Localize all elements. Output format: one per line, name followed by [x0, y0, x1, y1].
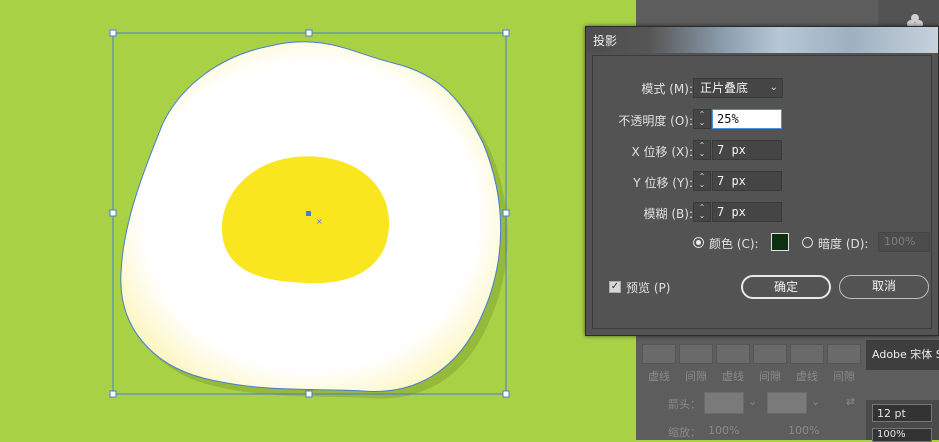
handle-bottom-left	[109, 390, 117, 398]
opacity-field[interactable]: 25%	[712, 109, 782, 129]
dialog-body: 模式 (M): 正片叠底 ⌄ 不透明度 (O): ⌃ ⌄ 25% X 位移 (X)…	[592, 55, 932, 329]
scale-label: 缩放：	[668, 426, 701, 439]
gap-field[interactable]: 间隙	[827, 344, 861, 384]
opacity-spinner-icon[interactable]: ⌃ ⌄	[693, 109, 711, 129]
shadow-color-swatch[interactable]	[771, 233, 789, 251]
gap-field[interactable]: 间隙	[753, 344, 787, 384]
handle-middle-left	[109, 209, 117, 217]
dash-gap-row: 虚线 间隙 虚线 间隙 虚线 间隙	[642, 344, 866, 384]
start-arrowhead-select[interactable]	[704, 392, 744, 414]
x-offset-label: X 位移 (X):	[631, 145, 693, 159]
y-offset-field[interactable]: 7 px	[712, 171, 782, 191]
dialog-title: 投影	[593, 34, 618, 48]
arrowheads-label: 箭头：	[668, 398, 701, 411]
y-offset-spinner-icon[interactable]: ⌃ ⌄	[693, 171, 711, 191]
mode-label: 模式 (M):	[641, 82, 693, 96]
dialog-titlebar[interactable]: 投影	[586, 27, 938, 53]
handle-middle-right	[502, 209, 510, 217]
drop-shadow-dialog: 投影 模式 (M): 正片叠底 ⌄ 不透明度 (O): ⌃ ⌄ 25% X 位移 …	[585, 26, 939, 336]
arrowheads-row: 箭头： ⌄ ⌄ ⇄	[642, 392, 866, 414]
darkness-field[interactable]: 100%	[878, 232, 930, 252]
darkness-option-label: 暗度 (D):	[818, 237, 869, 251]
blur-spinner-icon[interactable]: ⌃ ⌄	[693, 202, 711, 222]
svg-text:×: ×	[316, 217, 323, 226]
chevron-down-icon: ⌄	[811, 395, 821, 408]
color-radio[interactable]	[693, 237, 704, 248]
handle-bottom-middle	[305, 390, 313, 398]
gap-field[interactable]: 间隙	[679, 344, 713, 384]
center-point	[306, 211, 311, 216]
dash-field[interactable]: 虚线	[790, 344, 824, 384]
chevron-down-icon: ⌄	[769, 82, 778, 93]
font-size-field[interactable]: 12 pt	[872, 404, 932, 422]
color-option-label: 颜色 (C):	[709, 237, 759, 251]
x-offset-spinner-icon[interactable]: ⌃ ⌄	[693, 140, 711, 160]
preview-label: 预览 (P)	[626, 281, 671, 295]
handle-top-right	[502, 29, 510, 37]
chevron-down-icon: ⌄	[748, 395, 758, 408]
handle-top-left	[109, 29, 117, 37]
x-offset-field[interactable]: 7 px	[712, 140, 782, 160]
preview-checkbox[interactable]: ✓	[609, 281, 621, 293]
darkness-radio[interactable]	[802, 237, 813, 248]
mode-select[interactable]: 正片叠底 ⌄	[693, 78, 783, 98]
dash-field[interactable]: 虚线	[716, 344, 750, 384]
handle-bottom-right	[502, 390, 510, 398]
end-arrowhead-select[interactable]	[767, 392, 807, 414]
y-offset-label: Y 位移 (Y):	[633, 176, 693, 190]
blur-field[interactable]: 7 px	[712, 202, 782, 222]
opacity-label: 不透明度 (O):	[618, 114, 693, 128]
ok-button[interactable]: 确定	[741, 275, 831, 299]
cancel-button[interactable]: 取消	[839, 275, 929, 299]
dash-field[interactable]: 虚线	[642, 344, 676, 384]
mode-value: 正片叠底	[700, 81, 749, 95]
font-family-field[interactable]: Adobe 宋体 S	[866, 340, 939, 370]
blur-label: 模糊 (B):	[643, 207, 693, 221]
handle-top-middle	[305, 29, 313, 37]
scale-row: 缩放： 100% 100%	[642, 422, 866, 440]
scale-end-field[interactable]: 100%	[788, 424, 819, 437]
scale-start-field[interactable]: 100%	[708, 424, 739, 437]
swap-arrows-icon[interactable]: ⇄	[846, 395, 855, 408]
